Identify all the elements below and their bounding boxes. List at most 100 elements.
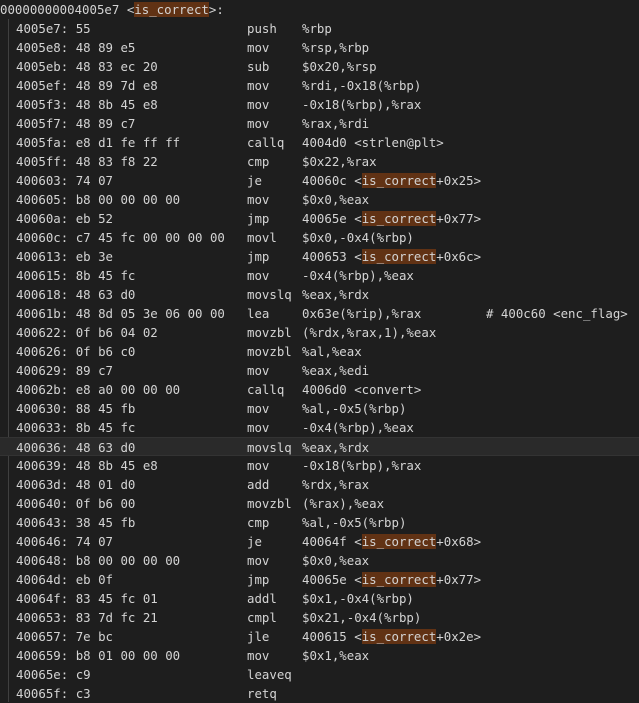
instruction-address: 4005eb: xyxy=(16,59,69,74)
instruction-line[interactable]: 4005e8: 48 89 e5 mov %rsp,%rbp xyxy=(0,38,639,57)
instruction-operands: %al,%eax xyxy=(302,344,362,359)
address-and-bytes: 4005f3: 48 8b 45 e8 xyxy=(16,95,158,114)
instruction-line[interactable]: 4005ff: 48 83 f8 22 cmp $0x22,%rax xyxy=(0,152,639,171)
address-and-bytes: 40064f: 83 45 fc 01 xyxy=(16,589,158,608)
instruction-address: 400643: xyxy=(16,515,69,530)
operand-target: 40065e < xyxy=(302,211,362,226)
instruction-mnemonic: movzbl xyxy=(247,496,292,511)
instruction-mnemonic: mov xyxy=(247,553,270,568)
instruction-line[interactable]: 400622: 0f b6 04 02 movzbl (%rdx,%rax,1),%… xyxy=(0,323,639,342)
instruction-line[interactable]: 400629: 89 c7 mov %eax,%edi xyxy=(0,361,639,380)
instruction-bytes: 48 01 d0 xyxy=(75,477,136,492)
instruction-line[interactable]: 400626: 0f b6 c0 movzbl %al,%eax xyxy=(0,342,639,361)
instruction-line[interactable]: 4005eb: 48 83 ec 20 sub $0x20,%rsp xyxy=(0,57,639,76)
instruction-line[interactable]: 400615: 8b 45 fc mov -0x4(%rbp),%eax xyxy=(0,266,639,285)
instruction-mnemonic: mov xyxy=(247,363,270,378)
address-and-bytes: 400633: 8b 45 fc xyxy=(16,418,135,437)
instruction-address: 400659: xyxy=(16,648,69,663)
instruction-address: 40060a: xyxy=(16,211,69,226)
instruction-mnemonic: mov xyxy=(247,401,270,416)
instruction-bytes: c3 xyxy=(75,686,91,701)
instruction-line[interactable]: 4005f7: 48 89 c7 mov %rax,%rdi xyxy=(0,114,639,133)
instruction-line[interactable]: 400603: 74 07 je 40060c <is_correct+0x25> xyxy=(0,171,639,190)
instruction-operands: $0x1,%eax xyxy=(302,648,370,663)
address-and-bytes: 400605: b8 00 00 00 00 xyxy=(16,190,180,209)
instruction-operands: 400615 <is_correct+0x2e> xyxy=(302,627,481,646)
instruction-line[interactable]: 40060c: c7 45 fc 00 00 00 00 movl $0x0,-0x… xyxy=(0,228,639,247)
instruction-address: 400640: xyxy=(16,496,69,511)
instruction-mnemonic: sub xyxy=(247,59,270,74)
instruction-line[interactable]: 400657: 7e bc jle 400615 <is_correct+0x2e> xyxy=(0,627,639,646)
instruction-line[interactable]: 40062b: e8 a0 00 00 00 callq 4006d0 <conve… xyxy=(0,380,639,399)
instruction-line[interactable]: 400633: 8b 45 fc mov -0x4(%rbp),%eax xyxy=(0,418,639,437)
instruction-line-current[interactable]: 400636: 48 63 d0 movslq %eax,%rdx xyxy=(0,437,639,456)
instruction-mnemonic: mov xyxy=(247,268,270,283)
instruction-line[interactable]: 4005fa: e8 d1 fe ff ff callq 4004d0 <strle… xyxy=(0,133,639,152)
instruction-line[interactable]: 400605: b8 00 00 00 00 mov $0x0,%eax xyxy=(0,190,639,209)
instruction-operands: %al,-0x5(%rbp) xyxy=(302,401,407,416)
instruction-line[interactable]: 400646: 74 07 je 40064f <is_correct+0x68> xyxy=(0,532,639,551)
instruction-operands: (%rdx,%rax,1),%eax xyxy=(302,325,437,340)
instruction-mnemonic: addl xyxy=(247,591,277,606)
instruction-bytes: eb 3e xyxy=(75,249,113,264)
instruction-operands: 40065e <is_correct+0x77> xyxy=(302,570,481,589)
address-and-bytes: 4005ef: 48 89 7d e8 xyxy=(16,76,158,95)
symbol-highlight: is_correct xyxy=(361,572,437,587)
address-and-bytes: 4005fa: e8 d1 fe ff ff xyxy=(16,133,180,152)
instruction-line[interactable]: 40065f: c3 retq xyxy=(0,684,639,703)
address-and-bytes: 400613: eb 3e xyxy=(16,247,113,266)
instruction-line[interactable]: 40065e: c9 leaveq xyxy=(0,665,639,684)
operand-target: 400615 < xyxy=(302,629,362,644)
address-and-bytes: 40060a: eb 52 xyxy=(16,209,113,228)
instruction-line[interactable]: 4005f3: 48 8b 45 e8 mov -0x18(%rbp),%rax xyxy=(0,95,639,114)
instruction-operands: 40065e <is_correct+0x77> xyxy=(302,209,481,228)
address-and-bytes: 400640: 0f b6 00 xyxy=(16,494,135,513)
instruction-line[interactable]: 40061b: 48 8d 05 3e 06 00 00 lea 0x63e(%ri… xyxy=(0,304,639,323)
instruction-bytes: e8 d1 fe ff ff xyxy=(75,135,181,150)
instruction-line[interactable]: 400643: 38 45 fb cmp %al,-0x5(%rbp) xyxy=(0,513,639,532)
instruction-bytes: 0f b6 04 02 xyxy=(75,325,158,340)
address-and-bytes: 400643: 38 45 fb xyxy=(16,513,135,532)
instruction-bytes: 55 xyxy=(75,21,91,36)
instruction-operands: $0x0,-0x4(%rbp) xyxy=(302,230,414,245)
instruction-address: 4005f3: xyxy=(16,97,69,112)
disassembly-editor[interactable]: 00000000004005e7 <is_correct>: 4005e7: 5… xyxy=(0,0,639,702)
instruction-line[interactable]: 40064f: 83 45 fc 01 addl $0x1,-0x4(%rbp) xyxy=(0,589,639,608)
instruction-mnemonic: mov xyxy=(247,40,270,55)
instruction-mnemonic: mov xyxy=(247,116,270,131)
instruction-line[interactable]: 4005ef: 48 89 7d e8 mov %rdi,-0x18(%rbp) xyxy=(0,76,639,95)
instruction-line[interactable]: 400613: eb 3e jmp 400653 <is_correct+0x6c> xyxy=(0,247,639,266)
instruction-bytes: 83 7d fc 21 xyxy=(75,610,158,625)
instruction-line[interactable]: 400659: b8 01 00 00 00 mov $0x1,%eax xyxy=(0,646,639,665)
instruction-line[interactable]: 400618: 48 63 d0 movslq %eax,%rdx xyxy=(0,285,639,304)
instruction-address: 40065e: xyxy=(16,667,69,682)
operand-offset: +0x25> xyxy=(436,173,482,188)
address-and-bytes: 40060c: c7 45 fc 00 00 00 00 xyxy=(16,228,225,247)
instruction-mnemonic: movzbl xyxy=(247,344,292,359)
instruction-address: 4005f7: xyxy=(16,116,69,131)
instruction-line[interactable]: 400630: 88 45 fb mov %al,-0x5(%rbp) xyxy=(0,399,639,418)
instruction-line[interactable]: 400640: 0f b6 00 movzbl (%rax),%eax xyxy=(0,494,639,513)
instruction-mnemonic: jmp xyxy=(247,211,270,226)
instruction-address: 400622: xyxy=(16,325,69,340)
instruction-bytes: c9 xyxy=(75,667,91,682)
instruction-line[interactable]: 40064d: eb 0f jmp 40065e <is_correct+0x77> xyxy=(0,570,639,589)
instruction-line[interactable]: 400653: 83 7d fc 21 cmpl $0x21,-0x4(%rbp) xyxy=(0,608,639,627)
instruction-line[interactable]: 40063d: 48 01 d0 add %rdx,%rax xyxy=(0,475,639,494)
instruction-mnemonic: mov xyxy=(247,458,270,473)
instruction-line[interactable]: 400639: 48 8b 45 e8 mov -0x18(%rbp),%rax xyxy=(0,456,639,475)
instruction-bytes: 48 63 d0 xyxy=(75,287,136,302)
instruction-mnemonic: mov xyxy=(247,420,270,435)
instruction-mnemonic: mov xyxy=(247,78,270,93)
instruction-operands: $0x0,%eax xyxy=(302,192,370,207)
instruction-address: 400653: xyxy=(16,610,69,625)
operand-offset: +0x77> xyxy=(436,572,482,587)
instruction-line[interactable]: 40060a: eb 52 jmp 40065e <is_correct+0x77> xyxy=(0,209,639,228)
instruction-operands: $0x21,-0x4(%rbp) xyxy=(302,610,422,625)
instruction-bytes: 89 c7 xyxy=(75,363,113,378)
instruction-mnemonic: movslq xyxy=(247,440,292,455)
instruction-line[interactable]: 4005e7: 55 push %rbp xyxy=(0,19,639,38)
instruction-mnemonic: mov xyxy=(247,648,270,663)
symbol-highlight: is_correct xyxy=(361,629,437,644)
instruction-line[interactable]: 400648: b8 00 00 00 00 mov $0x0,%eax xyxy=(0,551,639,570)
